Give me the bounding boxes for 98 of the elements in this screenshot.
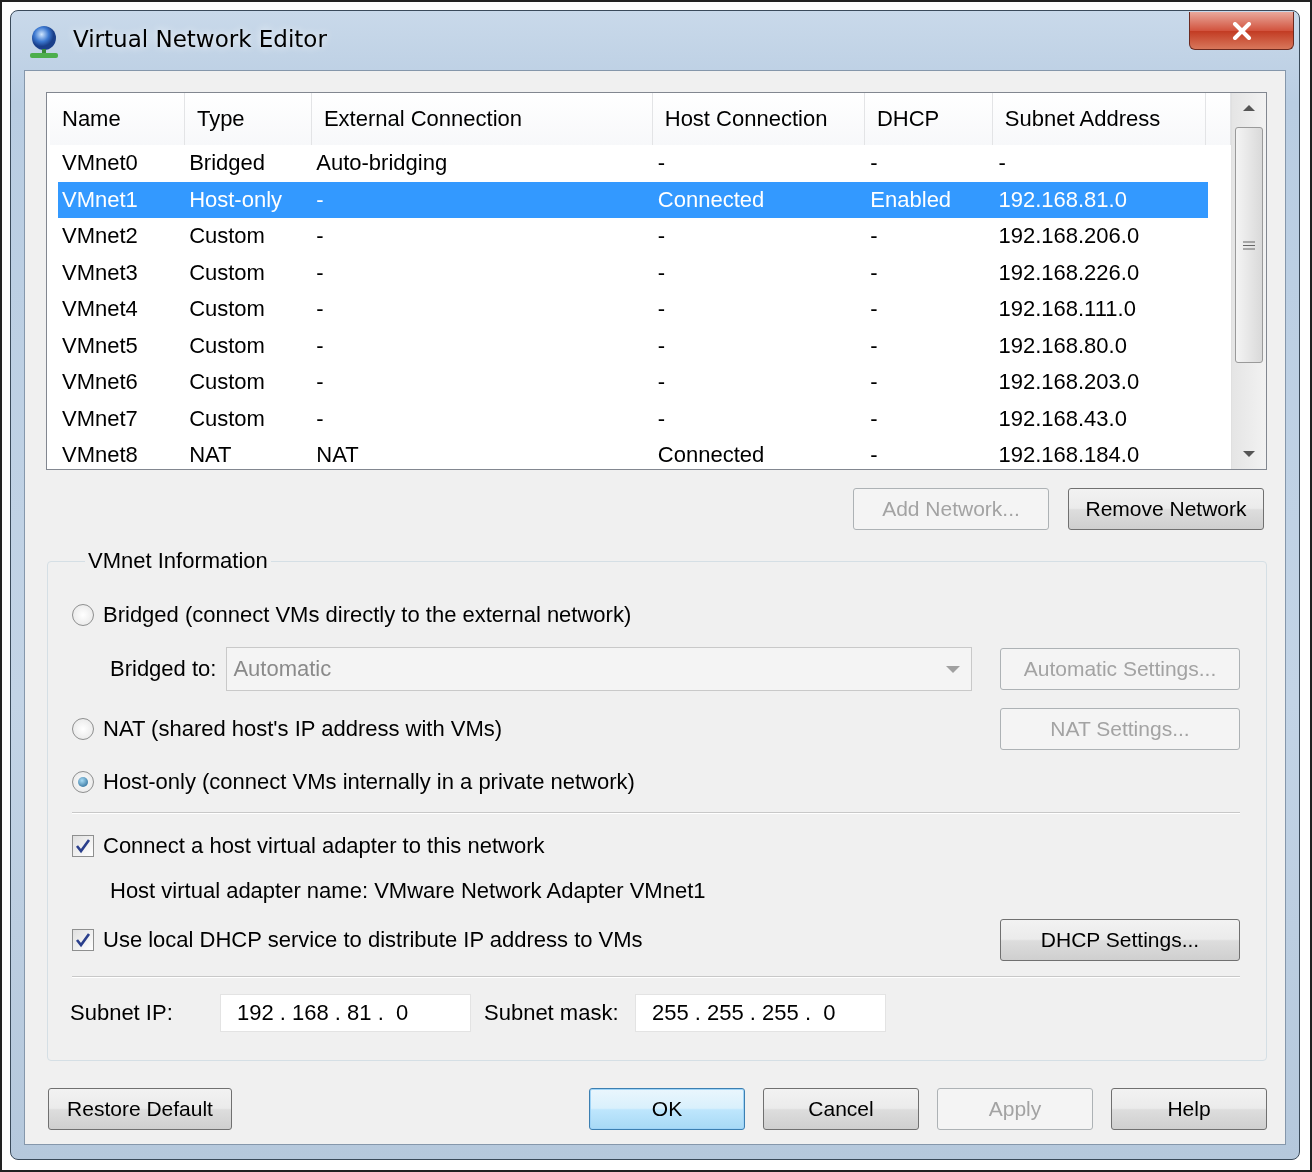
subnet-mask-label: Subnet mask: xyxy=(484,1000,620,1026)
column-header[interactable]: External Connection xyxy=(311,93,653,145)
network-globe-icon xyxy=(27,24,61,60)
table-cell-text: Custom xyxy=(188,296,266,323)
table-cell-text: NAT xyxy=(188,442,233,469)
table-cell-text: Custom xyxy=(188,332,266,359)
checkbox[interactable] xyxy=(72,929,94,951)
table-cell-text: 192.168.80.0 xyxy=(997,332,1128,359)
dialog-button[interactable]: Restore Default xyxy=(48,1088,232,1130)
table-cell-text: VMnet3 xyxy=(61,259,139,286)
network-row[interactable]: VMnet6 Custom - - - 192.168.203.0 xyxy=(58,364,1208,401)
table-cell-text: Connected xyxy=(656,442,766,469)
network-row[interactable]: VMnet8 NAT NAT Connected - 192.168.184.0 xyxy=(58,437,1208,469)
close-icon xyxy=(1231,21,1252,40)
table-cell-text: VMnet0 xyxy=(61,150,139,177)
network-row[interactable]: VMnet0 Bridged Auto-bridging - - - xyxy=(58,145,1208,182)
table-cell-text: - xyxy=(315,369,325,396)
bridged-to-label: Bridged to: xyxy=(110,656,217,682)
checkbox-label[interactable]: Use local DHCP service to distribute IP address to VMs xyxy=(103,927,643,953)
table-cell-text: 192.168.111.0 xyxy=(997,296,1137,323)
table-cell-text: VMnet1 xyxy=(61,186,139,213)
table-cell-text: - xyxy=(656,259,667,286)
column-header[interactable]: Host Connection xyxy=(652,93,865,145)
column-header[interactable]: Subnet Address xyxy=(992,93,1206,145)
table-cell-text: - xyxy=(869,223,879,250)
network-row[interactable]: VMnet4 Custom - - - 192.168.111.0 xyxy=(58,291,1208,328)
adapter-name-text: Host virtual adapter name: VMware Network Adapter VMnet1 xyxy=(110,878,706,904)
network-row[interactable]: VMnet2 Custom - - - 192.168.206.0 xyxy=(58,218,1208,255)
table-cell-text: - xyxy=(656,223,667,250)
table-cell-text: VMnet5 xyxy=(61,332,139,359)
table-cell-text: Host-only xyxy=(188,186,284,213)
column-header[interactable]: Name xyxy=(50,93,185,145)
table-cell-text: VMnet4 xyxy=(61,296,139,323)
subnet-ip-label: Subnet IP: xyxy=(70,1000,174,1026)
network-row[interactable]: VMnet7 Custom - - - 192.168.43.0 xyxy=(58,400,1208,437)
remove-network-button[interactable]: Remove Network xyxy=(1068,488,1264,530)
table-cell-text: - xyxy=(869,405,879,432)
close-button[interactable] xyxy=(1189,12,1294,50)
table-cell-text: - xyxy=(869,150,879,177)
dialog-button[interactable]: OK xyxy=(589,1088,745,1130)
table-cell-text: - xyxy=(997,150,1007,177)
dialog-button[interactable]: Cancel xyxy=(763,1088,919,1130)
table-cell-text: VMnet6 xyxy=(61,369,139,396)
table-cell-text: Custom xyxy=(188,223,266,250)
table-cell-text: - xyxy=(315,186,325,213)
table-cell-text: - xyxy=(315,259,325,286)
radio-label[interactable]: Host-only (connect VMs internally in a private network) xyxy=(103,769,635,795)
network-row[interactable]: VMnet5 Custom - - - 192.168.80.0 xyxy=(58,327,1208,364)
network-row[interactable]: VMnet3 Custom - - - 192.168.226.0 xyxy=(58,254,1208,291)
scrollbar-thumb[interactable] xyxy=(1235,127,1263,363)
table-cell-text: 192.168.226.0 xyxy=(997,259,1141,286)
group-title: VMnet Information xyxy=(87,548,269,574)
table-cell-text: Connected xyxy=(656,186,766,213)
radio-button[interactable] xyxy=(72,718,94,740)
column-header[interactable]: Type xyxy=(184,93,312,145)
table-cell-text: - xyxy=(315,223,325,250)
table-cell-text: - xyxy=(315,405,325,432)
radio-button[interactable] xyxy=(72,771,94,793)
table-cell-text: Custom xyxy=(188,259,266,286)
radio-label[interactable]: NAT (shared host's IP address with VMs) xyxy=(103,716,503,742)
checkbox-label[interactable]: Connect a host virtual adapter to this network xyxy=(103,833,545,859)
table-cell-text: - xyxy=(869,369,879,396)
caret-icon xyxy=(945,664,962,674)
subnet-mask-field[interactable]: 255 . 255 . 255 . 0 xyxy=(635,994,886,1032)
table-cell-text: - xyxy=(869,332,879,359)
table-cell-text: Auto-bridging xyxy=(315,150,449,177)
table-cell-text: Custom xyxy=(188,405,266,432)
scrollbar[interactable] xyxy=(1231,93,1266,469)
table-cell-text: 192.168.203.0 xyxy=(997,369,1141,396)
table-cell-text: NAT xyxy=(315,442,360,469)
checkbox[interactable] xyxy=(72,835,94,857)
table-cell-text: 192.168.81.0 xyxy=(997,186,1128,213)
table-cell-text: 192.168.206.0 xyxy=(997,223,1141,250)
table-cell-text: VMnet2 xyxy=(61,223,139,250)
table-cell-text: - xyxy=(656,332,667,359)
dhcp-settings-button[interactable]: DHCP Settings... xyxy=(1000,919,1240,961)
table-cell-text: - xyxy=(656,296,667,323)
table-cell-text: - xyxy=(656,369,667,396)
column-header[interactable]: DHCP xyxy=(864,93,993,145)
table-cell-text: - xyxy=(656,150,667,177)
table-cell-text: Custom xyxy=(188,369,266,396)
table-cell-text: VMnet7 xyxy=(61,405,139,432)
table-cell-text: Enabled xyxy=(869,186,953,213)
table-cell-text: - xyxy=(869,442,879,469)
table-cell-text: VMnet8 xyxy=(61,442,139,469)
window-title: Virtual Network Editor xyxy=(73,26,327,52)
dialog-button[interactable]: Help xyxy=(1111,1088,1267,1130)
table-cell-text: - xyxy=(869,296,879,323)
table-cell-text: - xyxy=(315,296,325,323)
table-cell-text: - xyxy=(869,259,879,286)
table-cell-text: 192.168.43.0 xyxy=(997,405,1128,432)
table-cell-text: 192.168.184.0 xyxy=(997,442,1141,469)
table-cell-text: - xyxy=(656,405,667,432)
radio-label[interactable]: Bridged (connect VMs directly to the external network) xyxy=(103,602,632,628)
subnet-ip-field[interactable]: 192 . 168 . 81 . 0 xyxy=(220,994,471,1032)
table-cell-text: - xyxy=(315,332,325,359)
radio-button[interactable] xyxy=(72,604,94,626)
table-cell-text: Bridged xyxy=(188,150,266,177)
